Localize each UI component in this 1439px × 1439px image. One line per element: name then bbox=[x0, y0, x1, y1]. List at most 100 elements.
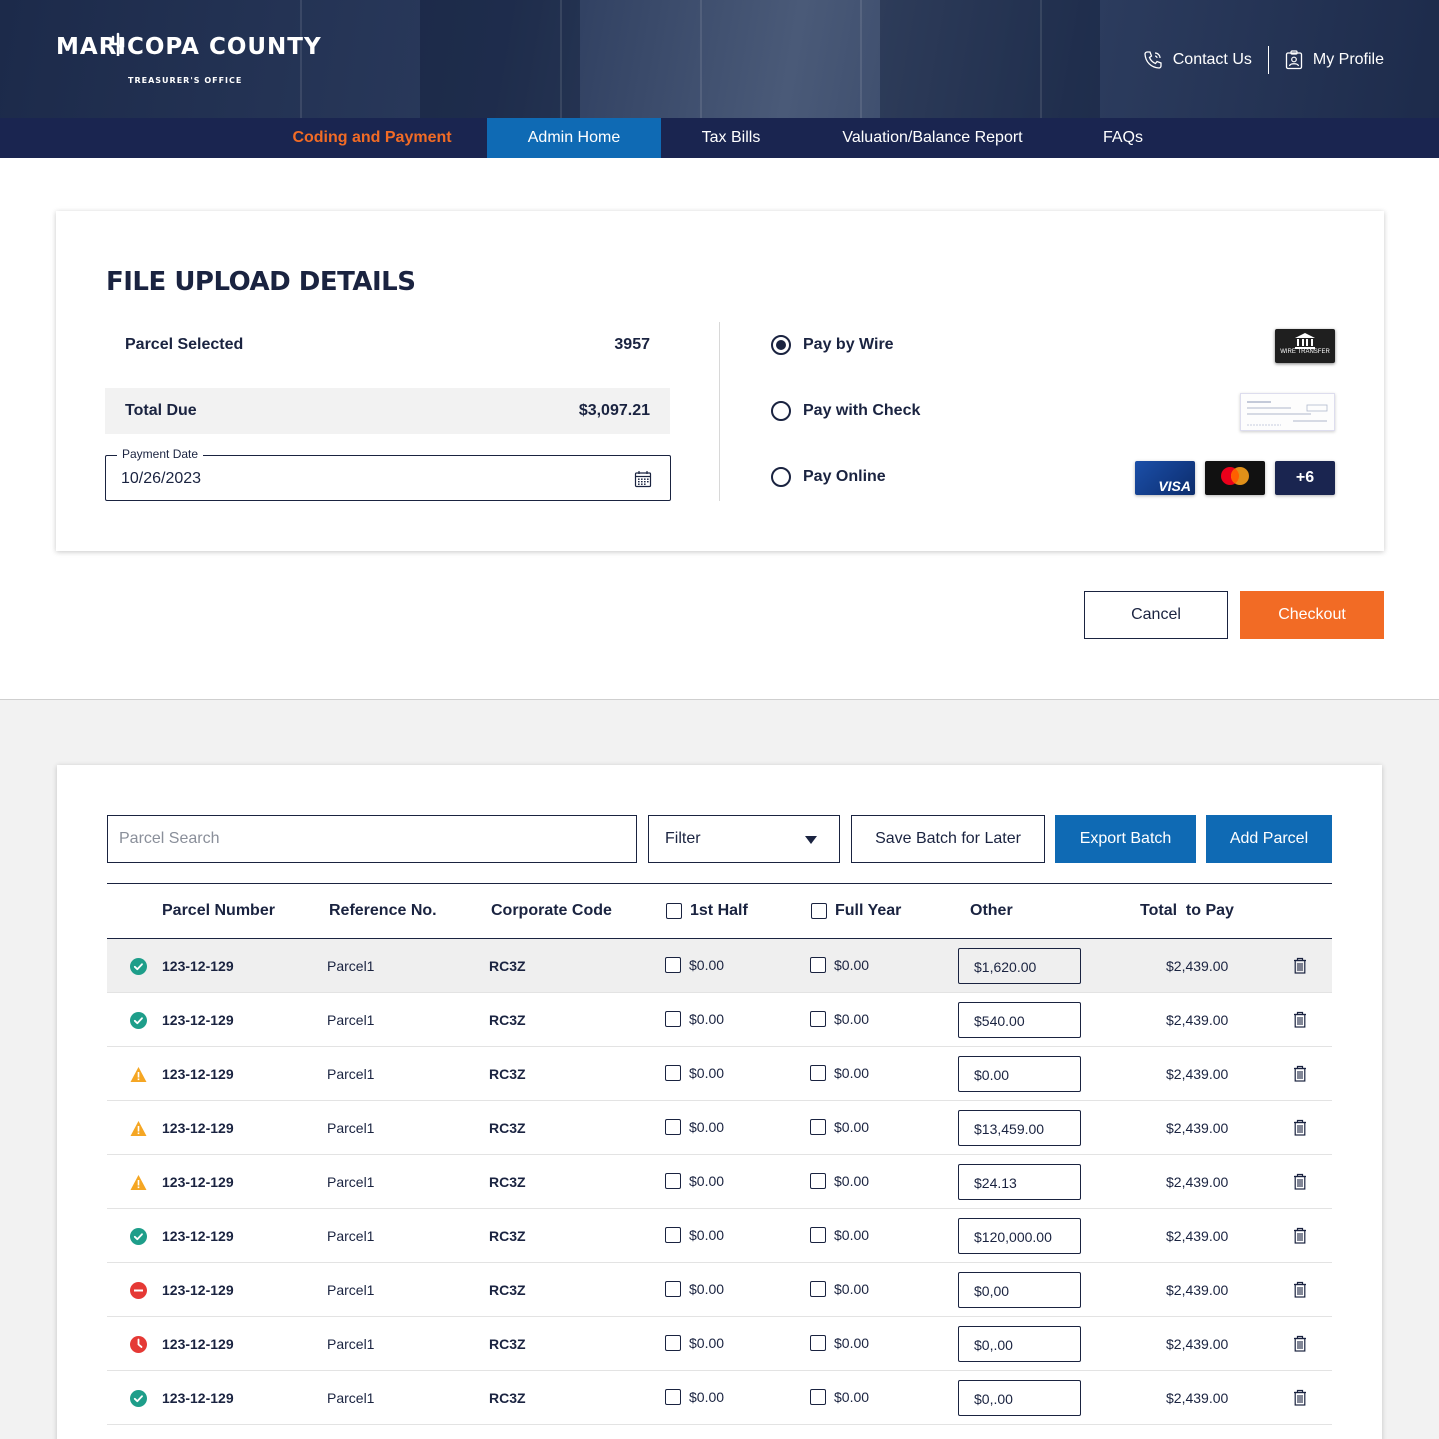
full-year-checkbox[interactable] bbox=[810, 1335, 826, 1351]
total-due-value: $3,097.21 bbox=[578, 402, 650, 419]
delete-row-icon[interactable] bbox=[1293, 1227, 1307, 1249]
full-year-checkbox[interactable] bbox=[810, 1011, 826, 1027]
full-year-checkbox[interactable] bbox=[810, 1173, 826, 1189]
first-half-checkbox[interactable] bbox=[665, 1173, 681, 1189]
delete-row-icon[interactable] bbox=[1293, 1173, 1307, 1195]
table-row[interactable]: 123-12-129 Parcel1 RC3Z $0.00 $0.00 $0,.… bbox=[107, 1371, 1332, 1425]
parcel-search-input[interactable]: Parcel Search bbox=[107, 815, 637, 863]
table-row[interactable]: 123-12-129 Parcel1 RC3Z $0.00 $0.00 $1,6… bbox=[107, 939, 1332, 993]
nav-valuation-balance-report[interactable]: Valuation/Balance Report bbox=[830, 118, 1035, 158]
payment-date-label: Payment Date bbox=[117, 447, 204, 461]
parcel-number-cell[interactable]: 123-12-129 bbox=[162, 1282, 234, 1298]
select-all-full-year-checkbox[interactable] bbox=[811, 903, 827, 919]
logo-subtitle: TREASURER'S OFFICE bbox=[128, 76, 243, 85]
first-half-checkbox[interactable] bbox=[665, 1335, 681, 1351]
full-year-cell: $0.00 bbox=[810, 957, 869, 973]
pay-with-check-option[interactable]: Pay with Check bbox=[771, 401, 920, 421]
my-profile-link[interactable]: My Profile bbox=[1285, 50, 1384, 70]
parcel-number-cell[interactable]: 123-12-129 bbox=[162, 1120, 234, 1136]
other-amount-input[interactable]: $13,459.00 bbox=[958, 1110, 1081, 1146]
status-ok-icon bbox=[130, 1012, 147, 1029]
table-row[interactable]: 123-12-129 Parcel1 RC3Z $0.00 $0.00 $0,0… bbox=[107, 1263, 1332, 1317]
other-amount-input[interactable]: $24.13 bbox=[958, 1164, 1081, 1200]
other-amount-input[interactable]: $0,00 bbox=[958, 1272, 1081, 1308]
parcel-number-cell[interactable]: 123-12-129 bbox=[162, 1012, 234, 1028]
first-half-checkbox[interactable] bbox=[665, 1065, 681, 1081]
full-year-checkbox[interactable] bbox=[810, 1389, 826, 1405]
other-amount-input[interactable]: $0.00 bbox=[958, 1056, 1081, 1092]
total-to-pay-cell: $2,439.00 bbox=[1166, 1174, 1229, 1190]
first-half-checkbox[interactable] bbox=[665, 1119, 681, 1135]
contact-us-link[interactable]: Contact Us bbox=[1143, 50, 1252, 70]
first-half-checkbox[interactable] bbox=[665, 1389, 681, 1405]
table-row[interactable]: 123-12-129 Parcel1 RC3Z $0.00 $0.00 $120… bbox=[107, 1209, 1332, 1263]
parcel-number-cell[interactable]: 123-12-129 bbox=[162, 1066, 234, 1082]
delete-row-icon[interactable] bbox=[1293, 1011, 1307, 1033]
filter-dropdown[interactable]: Filter bbox=[648, 815, 840, 863]
delete-row-icon[interactable] bbox=[1293, 1119, 1307, 1141]
nav-coding-and-payment[interactable]: Coding and Payment bbox=[286, 118, 458, 158]
corporate-code-cell: RC3Z bbox=[489, 1390, 526, 1406]
export-batch-button[interactable]: Export Batch bbox=[1055, 815, 1196, 863]
status-warning-icon bbox=[130, 1120, 147, 1137]
cancel-button[interactable]: Cancel bbox=[1084, 591, 1228, 639]
parcel-number-cell[interactable]: 123-12-129 bbox=[162, 1174, 234, 1190]
pay-online-option[interactable]: Pay Online bbox=[771, 467, 886, 487]
delete-row-icon[interactable] bbox=[1293, 1065, 1307, 1087]
county-logo[interactable]: MARICOPA COUNTY TREASURER'S OFFICE bbox=[56, 32, 322, 85]
parcel-number-cell[interactable]: 123-12-129 bbox=[162, 1228, 234, 1244]
first-half-amount: $0.00 bbox=[689, 1389, 725, 1405]
full-year-checkbox[interactable] bbox=[810, 1065, 826, 1081]
table-row[interactable]: 123-12-129 Parcel1 RC3Z $0.00 $0.00 $0.0… bbox=[107, 1047, 1332, 1101]
save-batch-button[interactable]: Save Batch for Later bbox=[851, 815, 1045, 863]
payment-date-field[interactable]: Payment Date 10/26/2023 bbox=[105, 447, 671, 501]
radio-pay-online[interactable] bbox=[771, 467, 791, 487]
pay-by-wire-option[interactable]: Pay by Wire bbox=[771, 335, 894, 355]
phone-icon bbox=[1144, 51, 1162, 69]
parcel-number-cell[interactable]: 123-12-129 bbox=[162, 1336, 234, 1352]
corporate-code-cell: RC3Z bbox=[489, 1336, 526, 1352]
checkout-button[interactable]: Checkout bbox=[1240, 591, 1384, 639]
full-year-checkbox[interactable] bbox=[810, 957, 826, 973]
table-row[interactable]: 123-12-129 Parcel1 RC3Z $0.00 $0.00 $0,.… bbox=[107, 1317, 1332, 1371]
first-half-checkbox[interactable] bbox=[665, 1011, 681, 1027]
more-cards-badge[interactable]: +6 bbox=[1275, 461, 1335, 495]
other-amount-input[interactable]: $120,000.00 bbox=[958, 1218, 1081, 1254]
nav-admin-home[interactable]: Admin Home bbox=[487, 118, 661, 158]
wire-transfer-caption: WIRE TRANSFER bbox=[1280, 349, 1330, 355]
table-row[interactable]: 123-12-129 Parcel1 RC3Z $0.00 $0.00 $540… bbox=[107, 993, 1332, 1047]
first-half-checkbox[interactable] bbox=[665, 1281, 681, 1297]
total-to-pay-cell: $2,439.00 bbox=[1166, 1282, 1229, 1298]
banner-line bbox=[860, 0, 862, 118]
other-amount-input[interactable]: $540.00 bbox=[958, 1002, 1081, 1038]
nav-tax-bills[interactable]: Tax Bills bbox=[690, 118, 772, 158]
delete-row-icon[interactable] bbox=[1293, 1389, 1307, 1411]
full-year-checkbox[interactable] bbox=[810, 1281, 826, 1297]
select-all-first-half-checkbox[interactable] bbox=[666, 903, 682, 919]
calendar-icon[interactable] bbox=[634, 470, 652, 488]
first-half-checkbox[interactable] bbox=[665, 1227, 681, 1243]
mastercard-logo bbox=[1205, 461, 1265, 495]
full-year-checkbox[interactable] bbox=[810, 1119, 826, 1135]
first-half-checkbox[interactable] bbox=[665, 957, 681, 973]
radio-pay-by-wire[interactable] bbox=[771, 335, 791, 355]
status-pending-icon bbox=[130, 1336, 147, 1353]
table-row[interactable]: 123-12-129 Parcel1 RC3Z $0.00 $0.00 $13,… bbox=[107, 1101, 1332, 1155]
table-row[interactable]: 123-12-129 Parcel1 RC3Z $0.00 $0.00 $24.… bbox=[107, 1155, 1332, 1209]
parcel-number-cell[interactable]: 123-12-129 bbox=[162, 1390, 234, 1406]
full-year-checkbox[interactable] bbox=[810, 1227, 826, 1243]
first-half-cell: $0.00 bbox=[665, 1281, 724, 1297]
parcel-number-cell[interactable]: 123-12-129 bbox=[162, 958, 234, 974]
add-parcel-button[interactable]: Add Parcel bbox=[1206, 815, 1332, 863]
delete-row-icon[interactable] bbox=[1293, 1335, 1307, 1357]
nav-faqs[interactable]: FAQs bbox=[1093, 118, 1153, 158]
other-amount-input[interactable]: $1,620.00 bbox=[958, 948, 1081, 984]
radio-pay-with-check[interactable] bbox=[771, 401, 791, 421]
col-full-year-label: Full Year bbox=[835, 902, 902, 919]
bank-icon bbox=[1295, 333, 1315, 349]
delete-row-icon[interactable] bbox=[1293, 1281, 1307, 1303]
banner-line bbox=[1040, 0, 1042, 118]
other-amount-input[interactable]: $0,.00 bbox=[958, 1380, 1081, 1416]
delete-row-icon[interactable] bbox=[1293, 957, 1307, 979]
other-amount-input[interactable]: $0,.00 bbox=[958, 1326, 1081, 1362]
